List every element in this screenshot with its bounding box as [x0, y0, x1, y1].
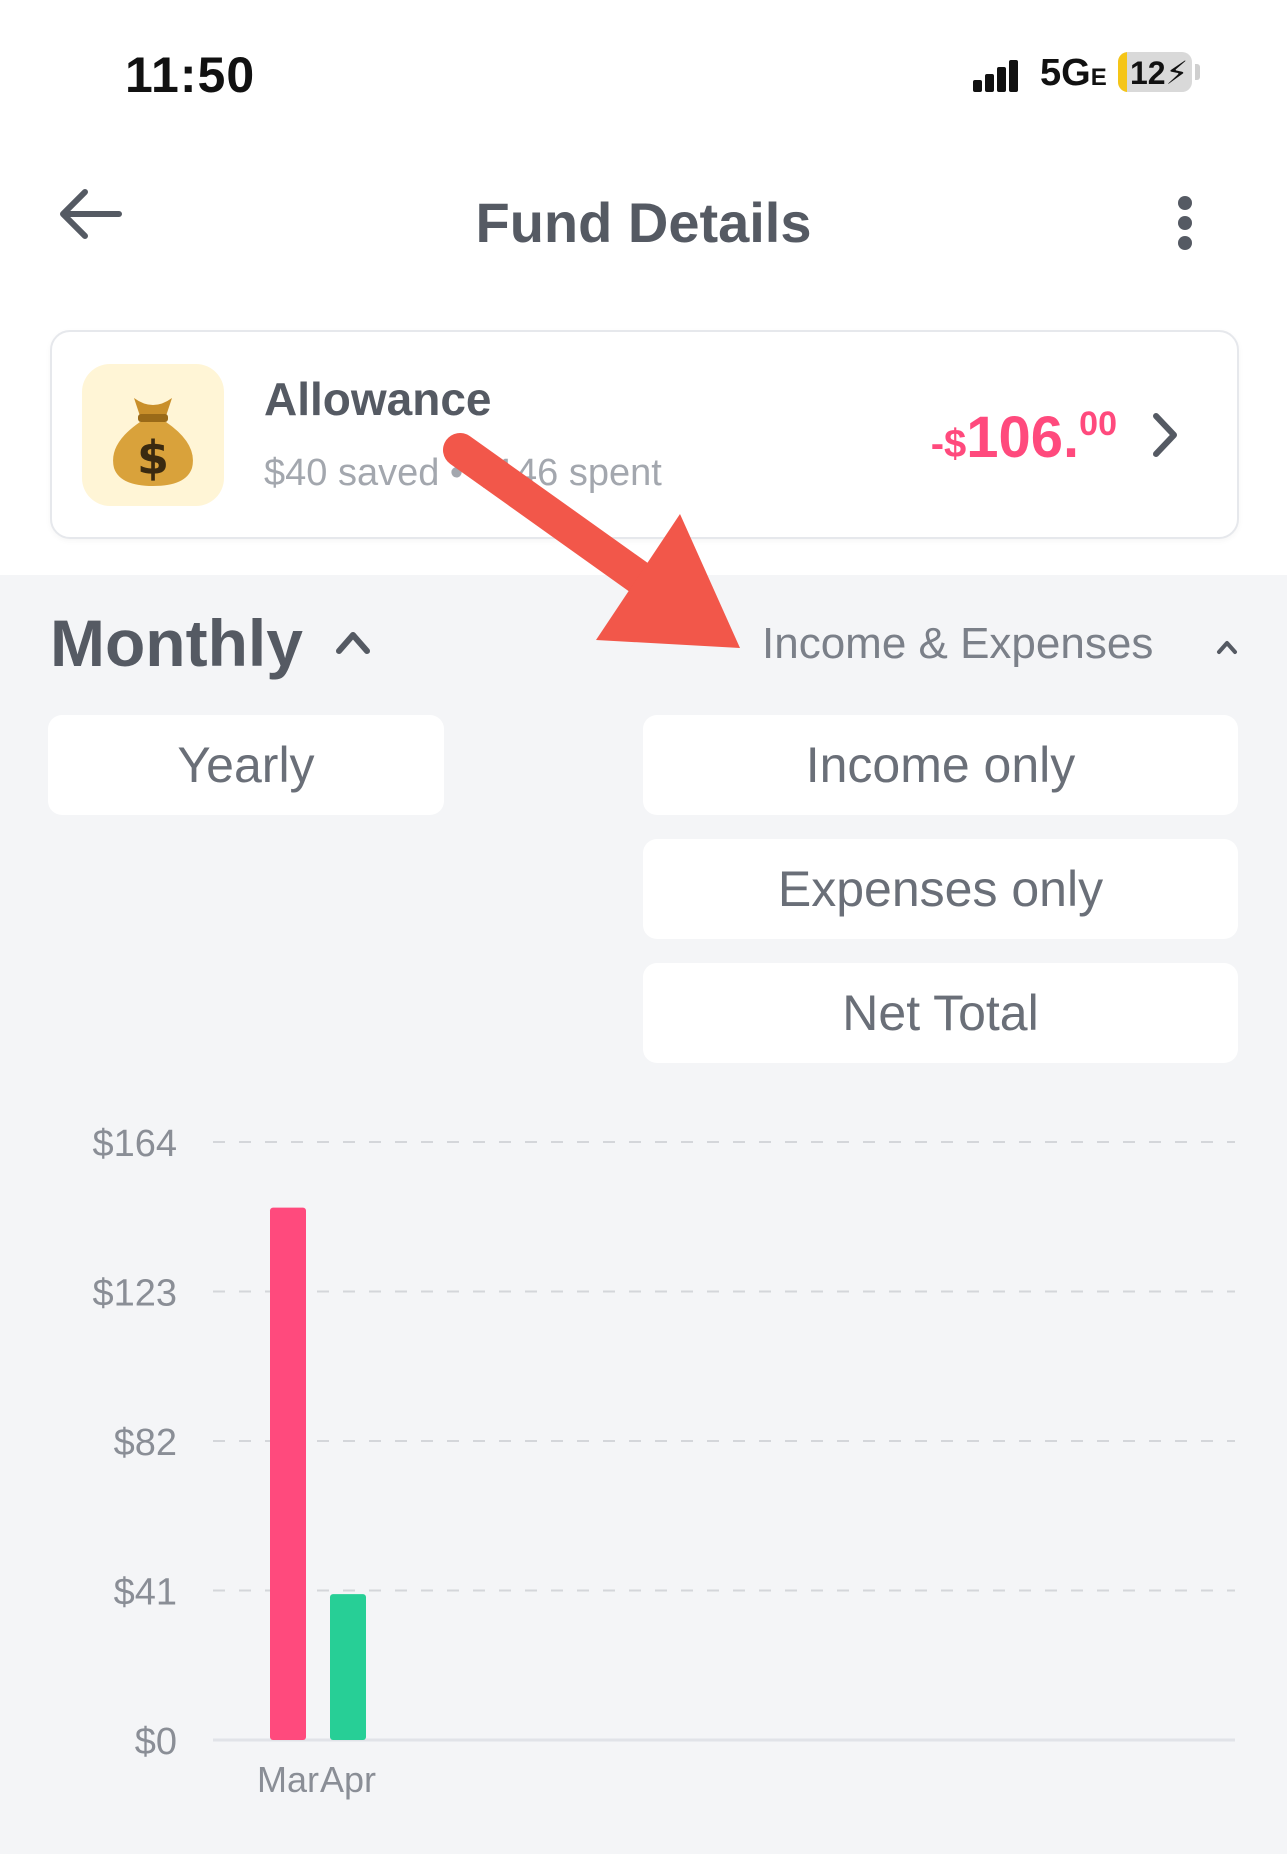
bar-chart: $164 $123 $82 $41 $0 Mar Apr [92, 1123, 1235, 1800]
y-tick-label: $0 [135, 1721, 177, 1763]
y-tick-label: $41 [114, 1572, 177, 1614]
bar-apr[interactable] [330, 1594, 366, 1740]
x-tick-label: Apr [320, 1759, 376, 1800]
y-tick-label: $123 [92, 1273, 177, 1315]
bar-mar[interactable] [270, 1207, 306, 1740]
x-tick-label: Mar [257, 1759, 319, 1800]
y-tick-label: $82 [114, 1422, 177, 1464]
y-tick-label: $164 [92, 1123, 177, 1165]
